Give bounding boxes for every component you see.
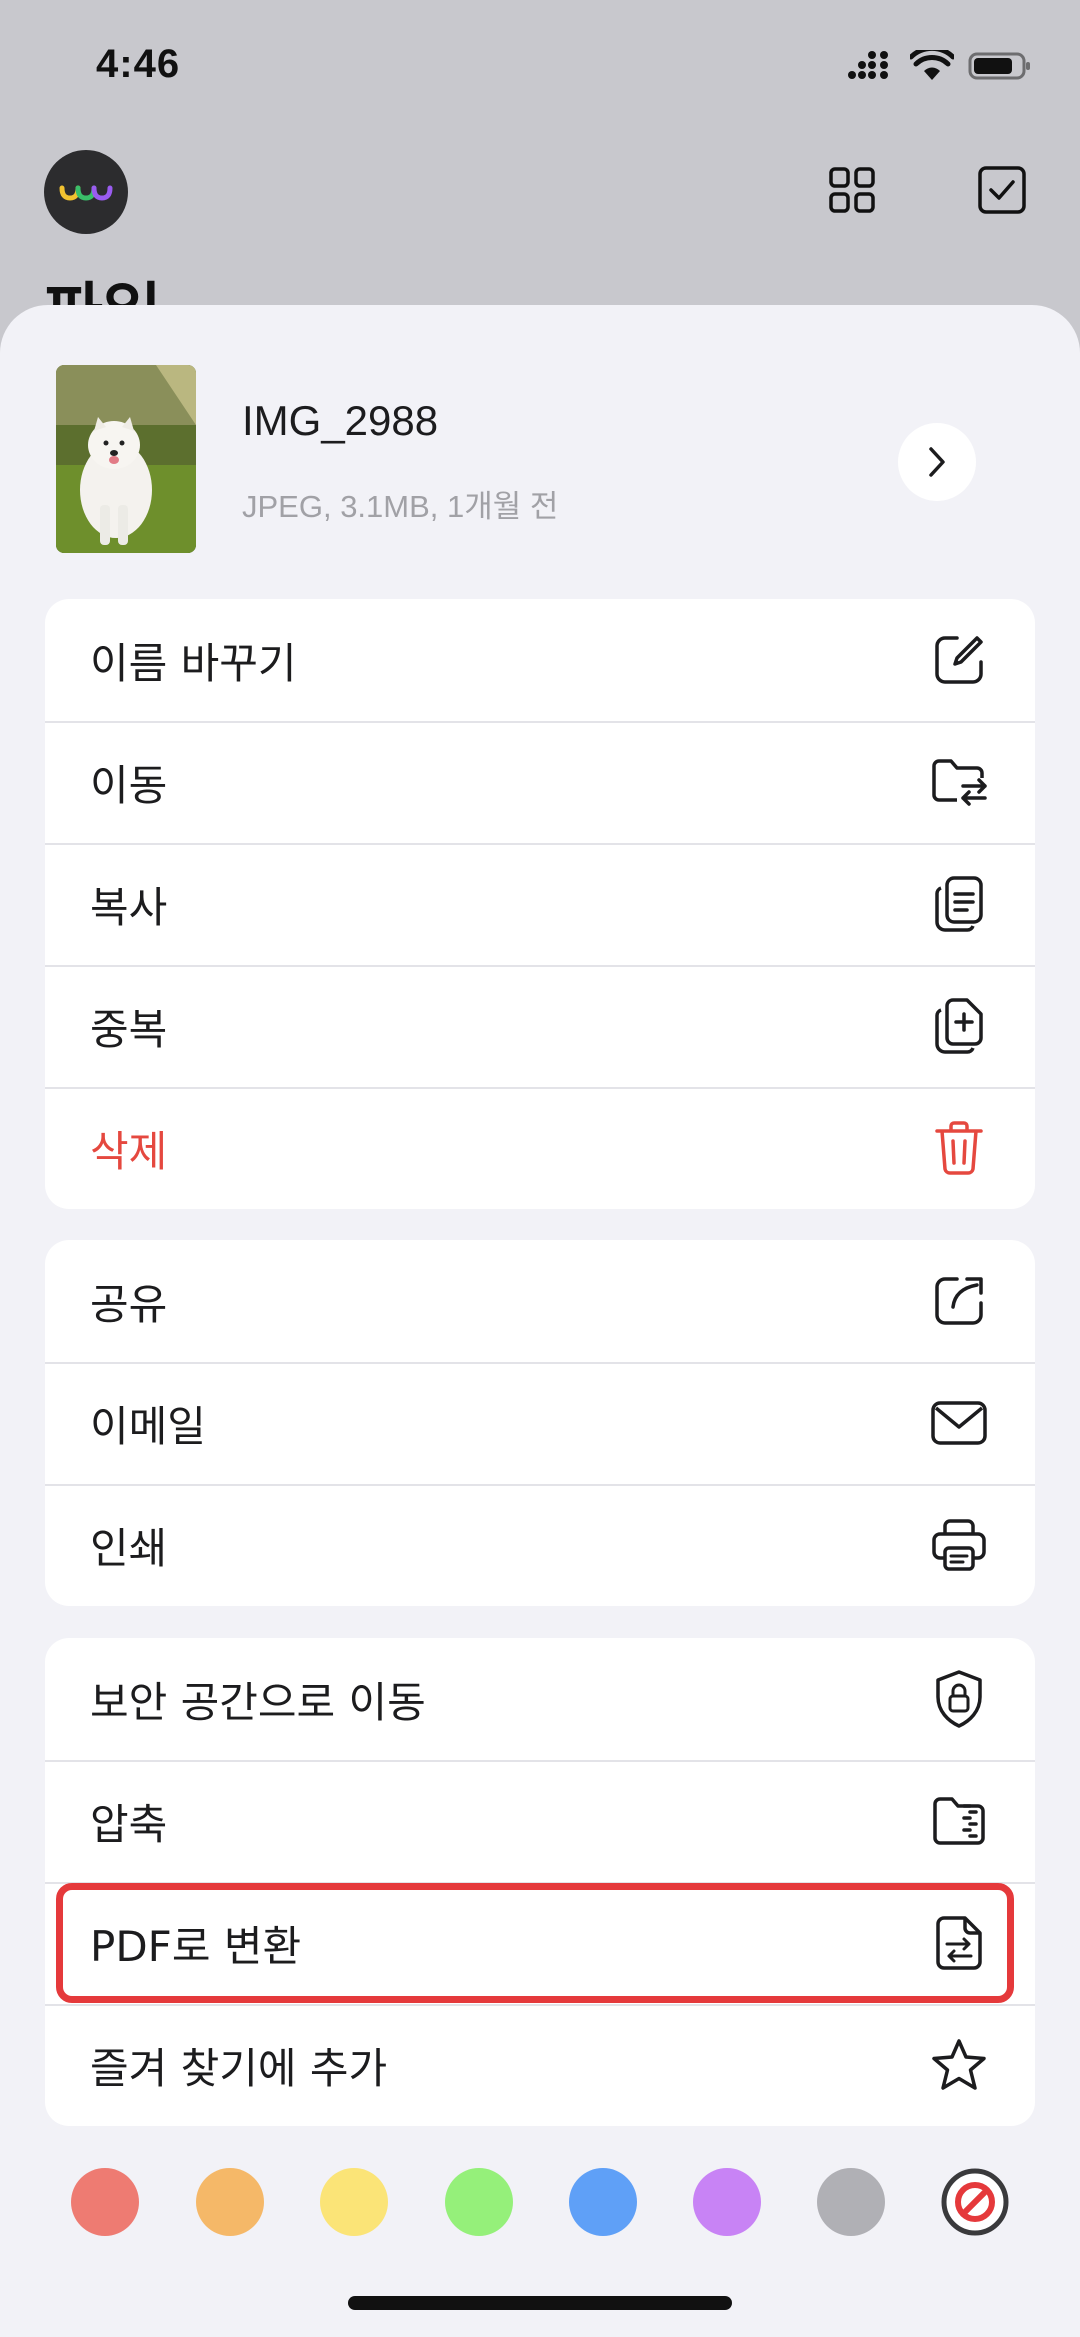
app-logo[interactable] — [44, 150, 128, 234]
menu-item-move[interactable]: 이동 — [45, 721, 1035, 843]
menu-item-compress[interactable]: 압축 — [45, 1760, 1035, 1882]
menu-item-label: 보안 공간으로 이동 — [90, 1677, 426, 1727]
menu-item-label: 공유 — [90, 1279, 168, 1329]
trash-icon — [929, 1118, 989, 1178]
file-actions-group: 이름 바꾸기 이동 복사 중복 삭제 — [45, 599, 1035, 1209]
file-thumbnail — [56, 365, 196, 553]
menu-item-label: 중복 — [90, 1004, 168, 1054]
mail-icon — [929, 1393, 989, 1453]
shield-lock-icon — [929, 1669, 989, 1729]
color-tag-green[interactable] — [445, 2168, 513, 2236]
menu-item-label: 인쇄 — [90, 1523, 168, 1573]
menu-item-label: PDF로 변환 — [90, 1921, 302, 1971]
menu-item-convert-pdf[interactable]: PDF로 변환 — [45, 1882, 1035, 2004]
file-name: IMG_2988 — [242, 397, 439, 444]
no-color-icon — [941, 2168, 1009, 2236]
color-tag-purple[interactable] — [693, 2168, 761, 2236]
color-tag-gray[interactable] — [817, 2168, 885, 2236]
grid-icon — [829, 167, 875, 213]
menu-item-label: 압축 — [90, 1799, 168, 1849]
menu-item-label: 이메일 — [90, 1401, 206, 1451]
menu-item-delete[interactable]: 삭제 — [45, 1087, 1035, 1209]
status-time: 4:46 — [96, 42, 181, 86]
menu-item-label: 복사 — [90, 882, 168, 932]
share-actions-group: 공유 이메일 인쇄 — [45, 1240, 1035, 1606]
menu-item-add-favorite[interactable]: 즐겨 찾기에 추가 — [45, 2004, 1035, 2126]
home-indicator — [348, 2296, 732, 2310]
color-tag-yellow[interactable] — [320, 2168, 388, 2236]
checkbox-icon — [978, 166, 1026, 214]
color-tag-row — [0, 2168, 1080, 2238]
share-icon — [929, 1271, 989, 1331]
battery-icon — [968, 51, 1032, 85]
duplicate-icon — [929, 996, 989, 1056]
color-tag-orange[interactable] — [196, 2168, 264, 2236]
more-actions-group: 보안 공간으로 이동 압축 PDF로 변환 즐겨 찾기에 추가 — [45, 1638, 1035, 2126]
menu-item-email[interactable]: 이메일 — [45, 1362, 1035, 1484]
copy-icon — [929, 874, 989, 934]
menu-item-label: 삭제 — [90, 1126, 168, 1176]
menu-item-secure-folder[interactable]: 보안 공간으로 이동 — [45, 1638, 1035, 1760]
menu-item-label: 이름 바꾸기 — [90, 638, 297, 688]
chevron-right-icon — [929, 447, 945, 477]
printer-icon — [929, 1515, 989, 1575]
color-tag-blue[interactable] — [569, 2168, 637, 2236]
file-details-button[interactable] — [898, 423, 976, 501]
grid-view-button[interactable] — [822, 160, 882, 220]
color-tag-red[interactable] — [71, 2168, 139, 2236]
menu-item-label: 이동 — [90, 760, 168, 810]
menu-item-label: 즐겨 찾기에 추가 — [90, 2043, 388, 2093]
menu-item-copy[interactable]: 복사 — [45, 843, 1035, 965]
convert-pdf-icon — [929, 1913, 989, 1973]
action-sheet: IMG_2988 JPEG, 3.1MB, 1개월 전 이름 바꾸기 이동 복사 — [0, 305, 1080, 2337]
star-icon — [929, 2035, 989, 2095]
status-icons — [846, 45, 1032, 86]
menu-item-duplicate[interactable]: 중복 — [45, 965, 1035, 1087]
file-header: IMG_2988 JPEG, 3.1MB, 1개월 전 — [0, 305, 1080, 585]
select-button[interactable] — [972, 160, 1032, 220]
menu-item-print[interactable]: 인쇄 — [45, 1484, 1035, 1606]
rename-icon — [929, 630, 989, 690]
menu-item-share[interactable]: 공유 — [45, 1240, 1035, 1362]
zip-folder-icon — [929, 1791, 989, 1851]
signal-icon — [846, 51, 896, 85]
wifi-icon — [908, 45, 956, 86]
menu-item-rename[interactable]: 이름 바꾸기 — [45, 599, 1035, 721]
wave-logo-icon — [59, 185, 113, 201]
color-tag-none[interactable] — [941, 2168, 1009, 2236]
move-folder-icon — [929, 752, 989, 812]
file-meta: JPEG, 3.1MB, 1개월 전 — [242, 489, 559, 524]
